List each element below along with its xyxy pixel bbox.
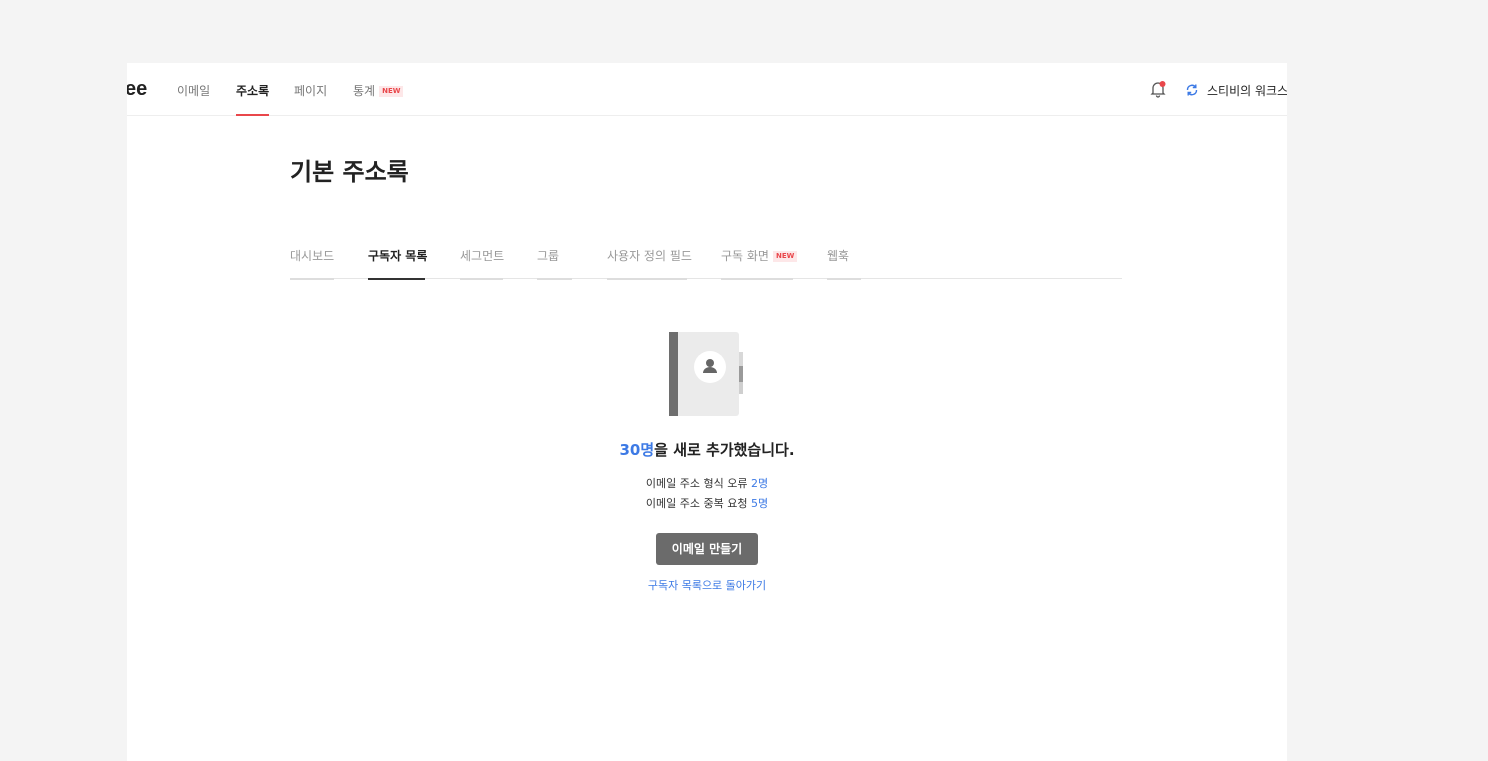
added-text: 을 새로 추가했습니다. bbox=[654, 441, 795, 459]
refresh-icon[interactable] bbox=[1185, 82, 1199, 96]
app-window: ee 이메일 주소록 페이지 통계 NEW 스티비의 워크스 기본 주소록 대시… bbox=[127, 63, 1287, 761]
tab-label: 구독 화면 bbox=[721, 249, 769, 263]
nav-item-label: 통계 bbox=[353, 84, 376, 98]
format-error-label: 이메일 주소 형식 오류 bbox=[645, 477, 751, 490]
nav-item-label: 주소록 bbox=[236, 84, 270, 98]
tab-label: 대시보드 bbox=[290, 249, 335, 263]
nav-item-label: 이메일 bbox=[177, 84, 211, 98]
bell-icon[interactable] bbox=[1149, 80, 1167, 98]
tab-label: 그룹 bbox=[537, 249, 560, 263]
duplicate-count: 5명 bbox=[750, 497, 769, 510]
tab-dashboard[interactable]: 대시보드 bbox=[290, 247, 335, 280]
workspace-selector[interactable]: 스티비의 워크스 bbox=[1207, 82, 1287, 99]
tab-group[interactable]: 그룹 bbox=[537, 247, 572, 280]
back-link-text[interactable]: 구독자 목록으로 돌아가기 bbox=[648, 579, 766, 592]
duplicate-line: 이메일 주소 중복 요청 5명 bbox=[127, 495, 1287, 511]
format-error-line: 이메일 주소 형식 오류 2명 bbox=[127, 475, 1287, 491]
create-email-button[interactable]: 이메일 만들기 bbox=[656, 533, 758, 565]
nav-item-stats[interactable]: 통계 NEW bbox=[353, 82, 404, 116]
tab-label: 세그먼트 bbox=[460, 249, 505, 263]
tab-custom-fields[interactable]: 사용자 정의 필드 bbox=[607, 247, 692, 280]
new-badge: NEW bbox=[772, 251, 798, 262]
format-error-count: 2명 bbox=[750, 477, 769, 490]
logo[interactable]: ee bbox=[127, 78, 147, 101]
notification-dot bbox=[1159, 81, 1166, 87]
address-book-icon bbox=[667, 330, 747, 418]
nav-item-label: 페이지 bbox=[294, 84, 328, 98]
tab-bar: 대시보드 구독자 목록 세그먼트 그룹 사용자 정의 필드 구독 화면 NEW 웹… bbox=[290, 247, 1122, 280]
nav-item-email[interactable]: 이메일 bbox=[177, 82, 210, 116]
page-title: 기본 주소록 bbox=[290, 158, 409, 186]
nav-item-page[interactable]: 페이지 bbox=[294, 82, 327, 116]
nav-item-address-book[interactable]: 주소록 bbox=[236, 82, 270, 116]
tab-subscribe-screen[interactable]: 구독 화면 NEW bbox=[721, 247, 798, 280]
tab-label: 웹훅 bbox=[827, 249, 850, 263]
tab-webhook[interactable]: 웹훅 bbox=[827, 247, 861, 280]
added-count: 30명 bbox=[619, 441, 655, 459]
new-badge: NEW bbox=[379, 86, 404, 97]
duplicate-label: 이메일 주소 중복 요청 bbox=[645, 497, 751, 510]
tab-label: 사용자 정의 필드 bbox=[607, 249, 692, 263]
result-headline: 30명을 새로 추가했습니다. bbox=[127, 439, 1287, 460]
back-to-subscriber-list-link: 구독자 목록으로 돌아가기 bbox=[127, 577, 1287, 593]
tab-segment[interactable]: 세그먼트 bbox=[460, 247, 505, 280]
tab-label: 구독자 목록 bbox=[368, 249, 428, 263]
top-navigation-bar: ee 이메일 주소록 페이지 통계 NEW 스티비의 워크스 bbox=[127, 63, 1287, 116]
tab-subscriber-list[interactable]: 구독자 목록 bbox=[368, 247, 428, 280]
